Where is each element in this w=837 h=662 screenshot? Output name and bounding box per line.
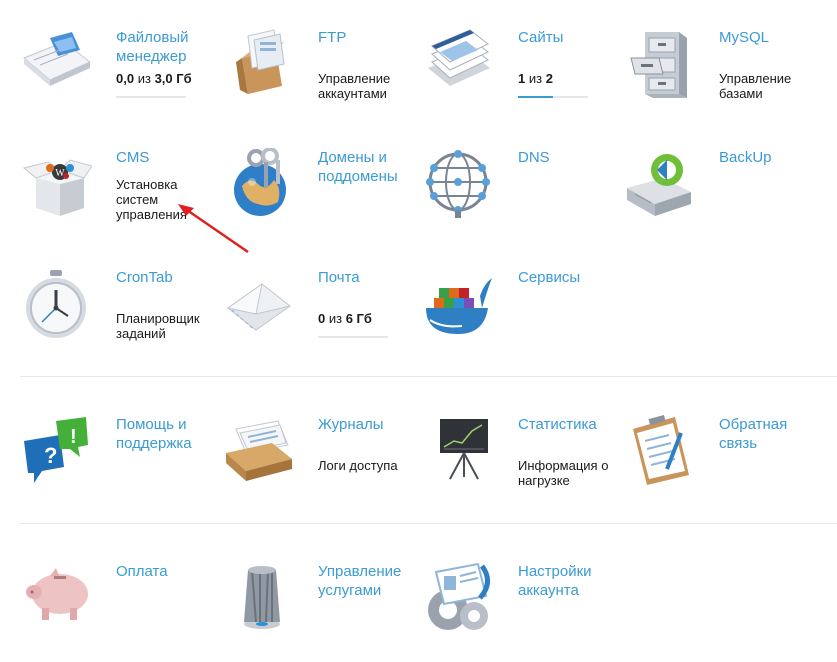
tile-logs[interactable]: Журналы Логи доступа bbox=[222, 415, 422, 515]
file-manager-icon bbox=[20, 28, 92, 100]
tile-services[interactable]: Сервисы bbox=[422, 268, 622, 368]
mail-usage-bar bbox=[318, 336, 388, 338]
cms-title[interactable]: CMS bbox=[116, 148, 220, 167]
domains-title[interactable]: Домены и поддомены bbox=[318, 148, 422, 186]
tile-dns[interactable]: DNS bbox=[422, 148, 622, 248]
backup-drive-icon bbox=[623, 148, 695, 220]
tile-feedback[interactable]: Обратная связь bbox=[623, 415, 823, 515]
annotation-arrow-icon bbox=[178, 204, 249, 254]
services-title[interactable]: Сервисы bbox=[518, 268, 622, 287]
clipboard-pen-icon bbox=[623, 415, 695, 487]
stats-desc: Информация о нагрузке bbox=[518, 458, 609, 488]
tile-backup[interactable]: BackUp bbox=[623, 148, 823, 248]
dns-network-icon bbox=[422, 148, 494, 220]
cms-box-icon: W bbox=[20, 148, 92, 220]
ftp-icon bbox=[222, 28, 294, 100]
tile-crontab[interactable]: CronTab Планировщик заданий bbox=[20, 268, 220, 368]
logs-title[interactable]: Журналы bbox=[318, 415, 422, 434]
help-title[interactable]: Помощь и поддержка bbox=[116, 415, 220, 453]
tile-mysql[interactable]: MySQL Управление базами bbox=[623, 28, 823, 128]
section-divider bbox=[20, 523, 837, 524]
file-manager-usage: 0,0 из 3,0 Гб bbox=[116, 71, 192, 86]
mail-title[interactable]: Почта bbox=[318, 268, 422, 287]
sites-title[interactable]: Сайты bbox=[518, 28, 622, 47]
mail-usage: 0 из 6 Гб bbox=[318, 311, 372, 326]
backup-title[interactable]: BackUp bbox=[719, 148, 823, 167]
payment-title[interactable]: Оплата bbox=[116, 562, 220, 581]
sites-usage: 1 из 2 bbox=[518, 71, 553, 86]
svg-text:!: ! bbox=[70, 426, 77, 448]
clock-icon bbox=[20, 268, 92, 340]
tile-stats[interactable]: Статистика Информация о нагрузке bbox=[422, 415, 622, 515]
ftp-title[interactable]: FTP bbox=[318, 28, 422, 47]
feedback-title[interactable]: Обратная связь bbox=[719, 415, 823, 453]
service-mgmt-title[interactable]: Управление услугами bbox=[318, 562, 422, 600]
tile-help[interactable]: ? ! Помощь и поддержка bbox=[20, 415, 220, 515]
ftp-desc: Управление аккаунтами bbox=[318, 71, 391, 101]
chart-board-icon bbox=[422, 415, 494, 487]
section-divider bbox=[20, 376, 837, 377]
stats-title[interactable]: Статистика bbox=[518, 415, 622, 434]
tile-sites[interactable]: Сайты 1 из 2 bbox=[422, 28, 622, 128]
logs-tray-icon bbox=[222, 415, 294, 487]
sites-usage-bar bbox=[518, 96, 588, 98]
mysql-icon bbox=[623, 28, 695, 100]
logs-desc: Логи доступа bbox=[318, 458, 398, 473]
mysql-title[interactable]: MySQL bbox=[719, 28, 823, 47]
tile-service-mgmt[interactable]: Управление услугами bbox=[222, 562, 422, 662]
whale-containers-icon bbox=[422, 268, 494, 340]
tile-payment[interactable]: Оплата bbox=[20, 562, 220, 662]
mysql-desc: Управление базами bbox=[719, 71, 792, 101]
tile-mail[interactable]: Почта 0 из 6 Гб bbox=[222, 268, 422, 368]
tile-account-settings[interactable]: Настройки аккаунта bbox=[422, 562, 622, 662]
file-manager-usage-bar bbox=[116, 96, 186, 98]
svg-text:?: ? bbox=[44, 443, 57, 468]
tile-file-manager[interactable]: Файловый менеджер 0,0 из 3,0 Гб bbox=[20, 28, 220, 128]
crontab-desc: Планировщик заданий bbox=[116, 311, 200, 341]
service-cylinder-icon bbox=[222, 562, 294, 634]
piggy-bank-icon bbox=[20, 562, 92, 634]
dns-title[interactable]: DNS bbox=[518, 148, 622, 167]
file-manager-title[interactable]: Файловый менеджер bbox=[116, 28, 220, 66]
mail-envelope-icon bbox=[222, 268, 294, 340]
crontab-title[interactable]: CronTab bbox=[116, 268, 220, 287]
account-settings-title[interactable]: Настройки аккаунта bbox=[518, 562, 622, 600]
tile-ftp[interactable]: FTP Управление аккаунтами bbox=[222, 28, 422, 128]
settings-gears-card-icon bbox=[422, 562, 494, 634]
sites-icon bbox=[422, 28, 494, 100]
help-bubbles-icon: ? ! bbox=[20, 415, 92, 487]
